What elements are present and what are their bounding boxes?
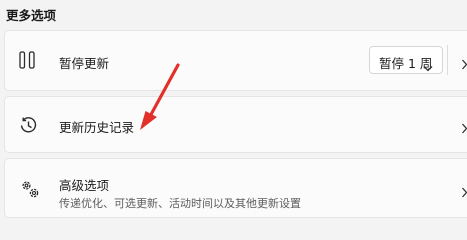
pause-updates-label: 暂停更新 [59,56,110,71]
chevron-down-icon [423,57,433,76]
chevron-right-icon [461,183,467,202]
gears-icon [19,178,41,204]
update-history-card[interactable]: 更新历史记录 [4,96,467,153]
advanced-options-card[interactable]: 高级选项 传递优化、可选更新、活动时间以及其他更新设置 [4,158,467,218]
history-icon [19,116,38,139]
advanced-options-description: 传递优化、可选更新、活动时间以及其他更新设置 [59,197,301,210]
pause-icon [19,51,35,73]
pause-duration-dropdown[interactable]: 暂停 1 周 [369,46,443,74]
pause-updates-card: 暂停更新 暂停 1 周 [4,30,467,91]
divider [447,45,448,75]
chevron-right-icon[interactable] [461,55,467,74]
update-history-label: 更新历史记录 [59,120,135,135]
section-title: 更多选项 [6,8,57,23]
chevron-right-icon [461,119,467,138]
advanced-options-label: 高级选项 [59,178,110,193]
